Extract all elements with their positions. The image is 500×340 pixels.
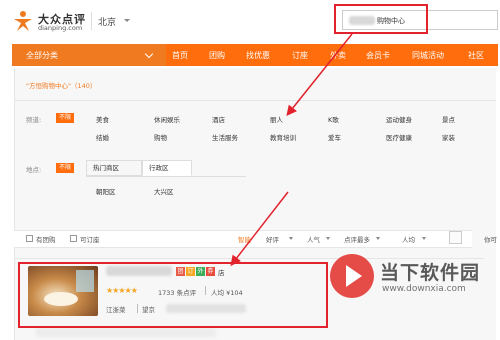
watermark-url: www.downxia.com bbox=[382, 284, 466, 294]
category-item[interactable]: 休闲娱乐 bbox=[154, 114, 180, 124]
map-view-icon[interactable] bbox=[449, 231, 462, 244]
nav-item-home[interactable]: 首页 bbox=[172, 50, 188, 61]
district-item[interactable]: 朝阳区 bbox=[96, 186, 116, 196]
category-item[interactable]: 美食 bbox=[96, 114, 109, 124]
logo-figure-icon bbox=[14, 11, 32, 31]
logo-domain: dianping.com bbox=[38, 24, 83, 32]
sort-smart[interactable]: 智能 bbox=[238, 234, 251, 244]
watermark-logo-icon bbox=[330, 254, 374, 298]
category-item[interactable]: 爱车 bbox=[328, 132, 341, 142]
sort-avg-price[interactable]: 人均 bbox=[402, 234, 415, 244]
chevron-down-icon[interactable] bbox=[124, 19, 130, 22]
annotation-box-result bbox=[18, 262, 328, 328]
nav-item-deals[interactable]: 找优惠 bbox=[246, 50, 270, 61]
category-item[interactable]: 结婚 bbox=[96, 132, 109, 142]
play-icon bbox=[346, 265, 362, 287]
category-item[interactable]: 购物 bbox=[154, 132, 167, 142]
chevron-down-icon bbox=[289, 237, 293, 240]
tab-districts[interactable]: 行政区 bbox=[142, 160, 192, 176]
all-categories-button[interactable]: 全部分类 bbox=[12, 44, 166, 66]
nav-item-membercard[interactable]: 会员卡 bbox=[366, 50, 390, 61]
location-filter-label: 地点: bbox=[26, 166, 42, 174]
tuangou-checkbox[interactable] bbox=[26, 235, 33, 242]
district-item[interactable]: 大兴区 bbox=[154, 186, 174, 196]
watermark-text: 当下软件园 bbox=[380, 262, 481, 284]
sort-popularity[interactable]: 人气 bbox=[307, 234, 320, 244]
tab-underline bbox=[86, 176, 246, 177]
category-item[interactable]: 酒店 bbox=[212, 114, 225, 124]
reserve-checkbox-label: 可订座 bbox=[80, 236, 100, 244]
annotation-box-search bbox=[334, 4, 428, 34]
category-unlimited-button[interactable]: 不限 bbox=[56, 113, 74, 123]
category-item[interactable]: 景点 bbox=[442, 114, 455, 124]
logo[interactable]: 大众点评 dianping.com bbox=[14, 10, 98, 34]
header-divider bbox=[91, 12, 92, 30]
nav-item-events[interactable]: 同城活动 bbox=[412, 50, 444, 61]
category-item[interactable]: 医疗健康 bbox=[386, 132, 412, 142]
all-categories-label: 全部分类 bbox=[26, 51, 58, 60]
side-text: 你可 bbox=[484, 236, 497, 244]
chevron-down-icon bbox=[376, 237, 380, 240]
sort-rating[interactable]: 好评 bbox=[266, 234, 279, 244]
category-item[interactable]: 丽人 bbox=[270, 114, 283, 124]
chevron-down-icon bbox=[326, 237, 330, 240]
reserve-checkbox[interactable] bbox=[70, 235, 77, 242]
nav-item-community[interactable]: 社区 bbox=[468, 50, 484, 61]
category-filter-label: 频道: bbox=[26, 116, 42, 124]
city-selector[interactable]: 北京 bbox=[98, 15, 116, 28]
nav-item-tuangou[interactable]: 团购 bbox=[209, 50, 225, 61]
category-item[interactable]: 家装 bbox=[442, 132, 455, 142]
location-unlimited-button[interactable]: 不限 bbox=[56, 163, 74, 173]
main-nav: 全部分类 首页 团购 找优惠 订座 外卖 会员卡 同城活动 社区 bbox=[12, 44, 498, 66]
category-item[interactable]: 运动健身 bbox=[386, 114, 412, 124]
nav-item-takeout[interactable]: 外卖 bbox=[330, 50, 346, 61]
category-item[interactable]: 生活服务 bbox=[212, 132, 238, 142]
chevron-down-icon bbox=[422, 237, 426, 240]
chevron-down-icon bbox=[144, 49, 154, 59]
tuangou-checkbox-label: 有团购 bbox=[36, 236, 56, 244]
sort-reviews[interactable]: 点评最多 bbox=[344, 234, 370, 244]
breadcrumb: "方恒购物中心"（140） bbox=[26, 82, 97, 90]
divider bbox=[14, 100, 496, 101]
category-item[interactable]: K歌 bbox=[328, 114, 339, 124]
nav-item-reserve[interactable]: 订座 bbox=[292, 50, 308, 61]
bottom-blurred-text bbox=[36, 328, 216, 337]
category-item[interactable]: 教育培训 bbox=[270, 132, 296, 142]
tab-hot-areas[interactable]: 热门商区 bbox=[86, 160, 142, 176]
